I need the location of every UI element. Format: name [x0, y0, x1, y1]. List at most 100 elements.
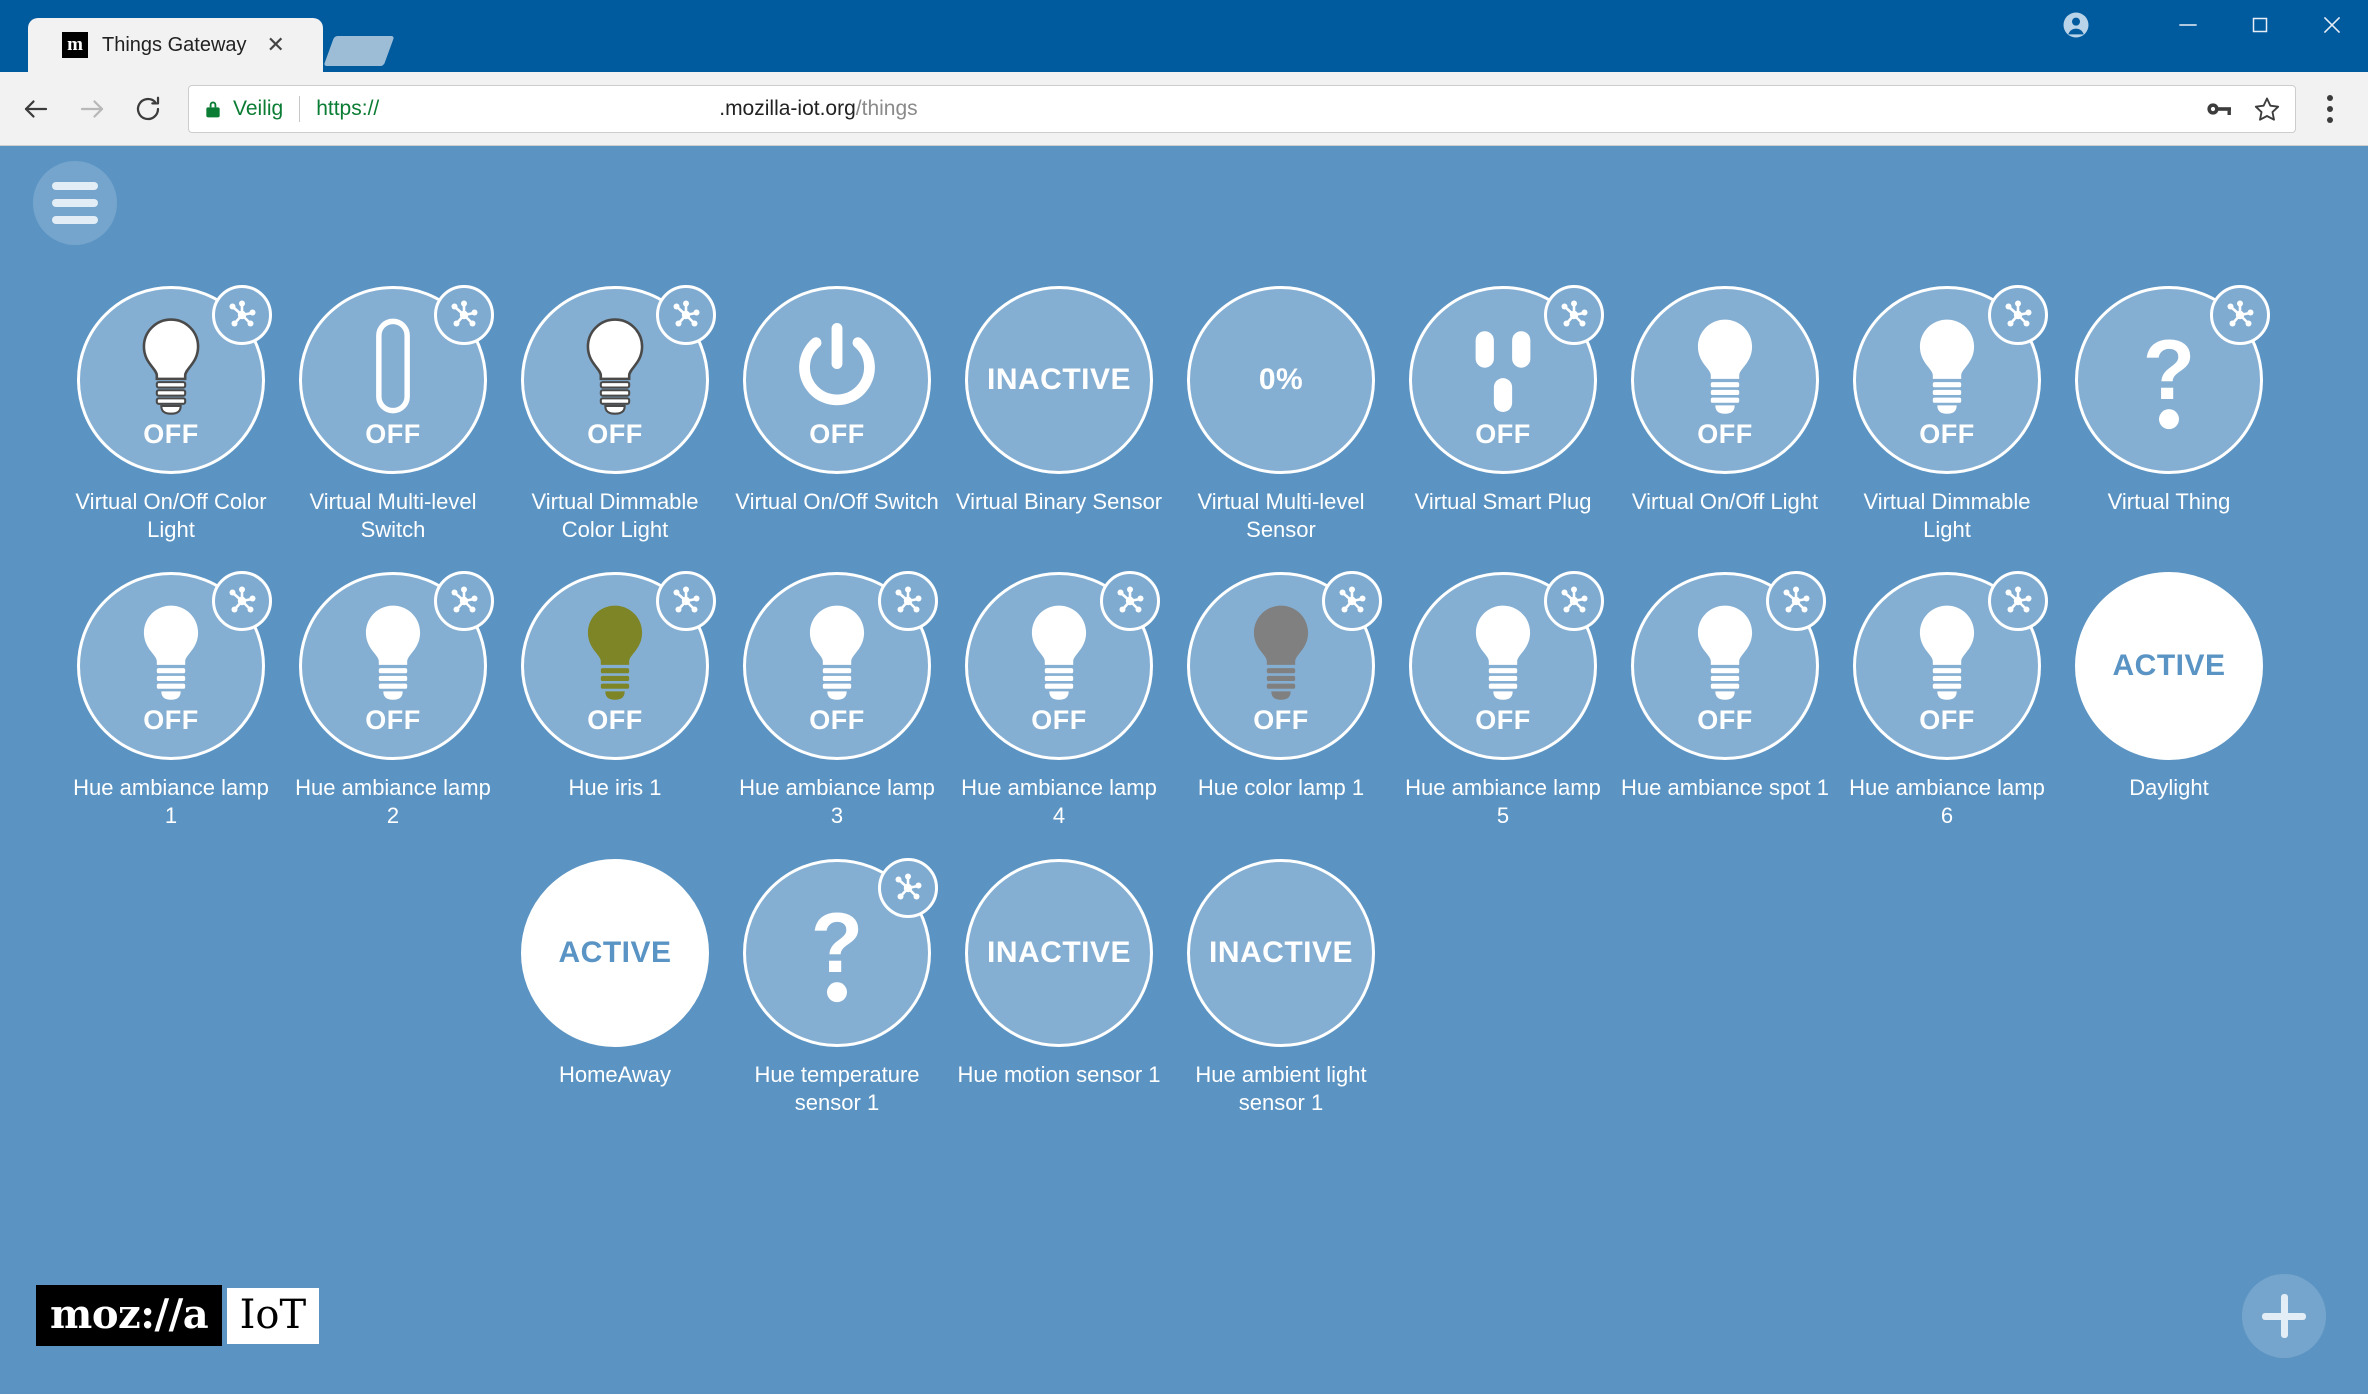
mozilla-iot-logo: moz://a IoT — [36, 1279, 320, 1346]
close-tab-icon[interactable]: ✕ — [261, 32, 291, 58]
thing-toggle[interactable]: OFF — [1409, 285, 1604, 474]
thing-toggle[interactable]: OFF — [743, 571, 938, 761]
thing-card[interactable]: ? Hue temperature sensor 1 — [726, 857, 948, 1117]
thing-toggle[interactable]: OFF — [299, 285, 494, 474]
three-dots-icon[interactable] — [2310, 94, 2350, 123]
thing-toggle[interactable]: ? — [743, 857, 938, 1047]
thing-name-label: Hue ambient light sensor 1 — [1195, 1061, 1367, 1115]
thing-card[interactable]: ACTIVE HomeAway — [504, 858, 726, 1117]
thing-name-label: Virtual Binary Sensor — [955, 489, 1163, 514]
lightbulb-icon — [1031, 605, 1087, 700]
thing-card[interactable]: OFF Hue color lamp 1 — [1170, 571, 1392, 830]
thing-toggle[interactable]: OFF — [1631, 571, 1826, 761]
thing-toggle[interactable]: OFF — [521, 285, 716, 474]
thing-card[interactable]: OFF Virtual On/Off Color Light — [60, 285, 282, 544]
thing-toggle[interactable]: OFF — [1409, 571, 1604, 761]
network-badge-icon — [1544, 285, 1604, 345]
lightbulb-icon — [587, 605, 643, 700]
url-host: .mozilla-iot.org — [719, 96, 856, 120]
thing-name-label: Daylight — [2129, 775, 2209, 801]
lightbulb-icon — [586, 317, 644, 415]
thing-card[interactable]: OFF Virtual Smart Plug — [1392, 285, 1614, 544]
thing-toggle[interactable]: OFF — [77, 285, 272, 474]
thing-toggle[interactable]: ? — [2075, 285, 2270, 474]
thing-card[interactable]: OFF Hue iris 1 — [504, 571, 726, 830]
thing-name-label: Hue ambiance lamp 1 — [73, 775, 269, 829]
network-badge-icon — [434, 285, 494, 345]
thing-state-label: OFF — [365, 704, 421, 735]
lightbulb-icon — [1919, 605, 1975, 700]
profile-avatar-icon[interactable] — [2040, 0, 2112, 50]
thing-icon: ? — [802, 905, 872, 1005]
thing-card[interactable]: OFF Virtual Multi-level Switch — [282, 285, 504, 544]
back-button-icon[interactable] — [10, 83, 62, 135]
thing-card[interactable]: INACTIVE Virtual Binary Sensor — [948, 286, 1170, 544]
thing-toggle[interactable]: INACTIVE — [965, 286, 1153, 474]
thing-card[interactable]: INACTIVE Hue ambient light sensor 1 — [1170, 858, 1392, 1117]
thing-toggle[interactable]: OFF — [299, 571, 494, 761]
thing-card[interactable]: OFF Hue ambiance lamp 3 — [726, 571, 948, 830]
key-icon[interactable] — [2205, 97, 2233, 121]
thing-toggle[interactable]: 0% — [1187, 286, 1375, 474]
minimize-button[interactable] — [2152, 0, 2224, 50]
star-icon[interactable] — [2253, 95, 2281, 123]
menu-icon[interactable] — [33, 161, 117, 245]
level-switch-icon — [376, 318, 410, 413]
address-bar[interactable]: Veilig https:// .mozilla-iot.org/things — [188, 84, 2296, 133]
thing-toggle[interactable]: OFF — [1631, 286, 1819, 474]
thing-state-label: INACTIVE — [1208, 935, 1353, 969]
thing-toggle[interactable]: OFF — [1187, 571, 1382, 761]
thing-card[interactable]: OFF Virtual On/Off Switch — [726, 286, 948, 544]
thing-name-label: Hue color lamp 1 — [1197, 775, 1365, 801]
thing-name-label: HomeAway — [558, 1061, 672, 1087]
thing-card[interactable]: INACTIVE Hue motion sensor 1 — [948, 858, 1170, 1117]
thing-toggle[interactable]: OFF — [1853, 285, 2048, 474]
thing-toggle[interactable]: OFF — [1853, 571, 2048, 761]
thing-name-label: Virtual Smart Plug — [1414, 489, 1592, 514]
thing-state-label: OFF — [587, 418, 643, 449]
thing-card[interactable]: OFF Hue ambiance lamp 4 — [948, 571, 1170, 830]
thing-toggle[interactable]: OFF — [77, 571, 272, 761]
new-tab-button[interactable] — [323, 36, 395, 66]
add-thing-button[interactable] — [2242, 1274, 2326, 1358]
svg-text:?: ? — [811, 905, 863, 991]
thing-card[interactable]: OFF Hue ambiance lamp 1 — [60, 571, 282, 830]
thing-name-label: Hue temperature sensor 1 — [754, 1061, 920, 1115]
thing-card[interactable]: 0% Virtual Multi-level Sensor — [1170, 286, 1392, 544]
network-badge-icon — [1100, 571, 1160, 632]
question-mark-icon: ? — [2143, 332, 2195, 430]
network-badge-icon — [1544, 571, 1604, 632]
thing-toggle[interactable]: INACTIVE — [965, 858, 1153, 1047]
thing-card[interactable]: OFF Hue ambiance lamp 6 — [1836, 571, 2058, 830]
thing-card[interactable]: OFF Hue ambiance lamp 2 — [282, 571, 504, 830]
tab-title: Things Gateway — [102, 33, 247, 56]
thing-card[interactable]: OFF Virtual Dimmable Light — [1836, 285, 2058, 544]
lightbulb-icon — [143, 605, 199, 700]
maximize-button[interactable] — [2224, 0, 2296, 50]
thing-name-label: Virtual On/Off Color Light — [75, 489, 267, 543]
thing-toggle[interactable]: OFF — [521, 571, 716, 761]
thing-toggle[interactable]: INACTIVE — [1187, 858, 1375, 1047]
network-badge-icon — [2210, 285, 2270, 345]
thing-icon — [1464, 603, 1542, 701]
thing-card[interactable]: OFF Hue ambiance lamp 5 — [1392, 571, 1614, 830]
thing-toggle[interactable]: OFF — [743, 286, 931, 474]
power-icon — [799, 322, 875, 405]
lightbulb-icon — [1253, 605, 1309, 700]
thing-toggle[interactable]: OFF — [965, 571, 1160, 761]
thing-state-label: OFF — [809, 418, 865, 449]
browser-tab[interactable]: m Things Gateway ✕ — [28, 18, 323, 72]
thing-card[interactable]: ACTIVE Daylight — [2058, 572, 2280, 830]
thing-card[interactable]: OFF Virtual On/Off Light — [1614, 286, 1836, 544]
thing-card[interactable]: ? Virtual Thing — [2058, 285, 2280, 544]
reload-button-icon[interactable] — [122, 83, 174, 135]
thing-card[interactable]: OFF Hue ambiance spot 1 — [1614, 571, 1836, 830]
thing-card[interactable]: OFF Virtual Dimmable Color Light — [504, 285, 726, 544]
thing-toggle[interactable]: ACTIVE — [2075, 572, 2263, 761]
network-badge-icon — [1988, 285, 2048, 345]
mozilla-favicon-icon: m — [62, 32, 88, 58]
thing-icon — [1242, 603, 1320, 701]
close-window-button[interactable] — [2296, 0, 2368, 50]
thing-toggle[interactable]: ACTIVE — [521, 858, 709, 1047]
thing-icon — [1460, 317, 1546, 415]
